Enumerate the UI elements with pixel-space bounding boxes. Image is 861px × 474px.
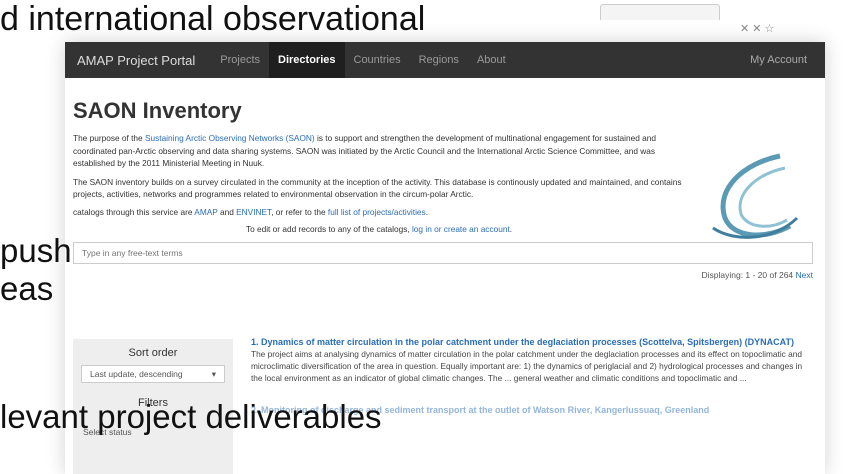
slide-bottom-text: levant project deliverables <box>0 398 382 435</box>
envinet-link[interactable]: ENVINET <box>236 207 271 217</box>
result-summary: The project aims at analysing dynamics o… <box>251 349 803 383</box>
inventory-paragraph: The SAON inventory builds on a survey ci… <box>73 176 682 200</box>
sort-order-title: Sort order <box>128 347 178 359</box>
result-title-link[interactable]: 1. Dynamics of matter circulation in the… <box>251 336 811 348</box>
nav-projects[interactable]: Projects <box>211 42 269 78</box>
browser-chrome: ✕ ✕ ☆ <box>420 0 861 40</box>
nav-directories[interactable]: Directories <box>269 42 345 78</box>
amap-link[interactable]: AMAP <box>194 207 217 217</box>
intro-prefix: The purpose of the <box>73 133 145 143</box>
full-list-link[interactable]: full list of projects/activities <box>328 207 426 217</box>
saon-swirl-logo <box>712 153 799 239</box>
slide-push-text: push <box>0 232 72 269</box>
chevron-down-icon: ▾ <box>211 368 216 379</box>
browser-tab[interactable] <box>600 4 720 20</box>
nav-regions[interactable]: Regions <box>410 42 468 78</box>
slide-top-text: d international observational <box>0 0 426 38</box>
nav-about[interactable]: About <box>468 42 515 78</box>
main-content: SAON Inventory The purpose of the Sustai… <box>65 78 825 280</box>
catalog-prefix: catalogs through this service are <box>73 206 195 217</box>
brand-link[interactable]: AMAP Project Portal <box>65 53 211 68</box>
edit-end: . <box>509 223 513 234</box>
navbar: AMAP Project Portal Projects Directories… <box>65 42 825 78</box>
page-title: SAON Inventory <box>73 98 242 123</box>
catalog-end: . <box>425 206 428 217</box>
edit-prefix: To edit or add records to any of the cat… <box>245 223 412 234</box>
next-link[interactable]: Next <box>796 270 813 280</box>
catalog-mid: , or refer to the <box>271 206 328 217</box>
display-text: Displaying: 1 - 20 of 264 <box>701 269 796 280</box>
nav-countries[interactable]: Countries <box>345 42 410 78</box>
window-controls[interactable]: ✕ ✕ ☆ <box>740 22 774 35</box>
edit-line: To edit or add records to any of the cat… <box>73 224 685 234</box>
sort-order-select[interactable]: Last update, descending ▾ <box>81 365 225 383</box>
login-link[interactable]: log in or create an account <box>412 224 510 234</box>
list-item: 1. Dynamics of matter circulation in the… <box>251 336 811 384</box>
slide-eas-text: eas <box>0 270 54 307</box>
intro-paragraph: The purpose of the Sustaining Arctic Obs… <box>73 132 685 170</box>
saon-link[interactable]: Sustaining Arctic Observing Networks (SA… <box>145 133 315 143</box>
results-count: Displaying: 1 - 20 of 264 Next <box>73 270 813 280</box>
sort-value: Last update, descending <box>90 369 183 379</box>
my-account-link[interactable]: My Account <box>750 54 825 66</box>
search-input[interactable] <box>73 241 813 264</box>
catalog-and: and <box>217 206 237 217</box>
